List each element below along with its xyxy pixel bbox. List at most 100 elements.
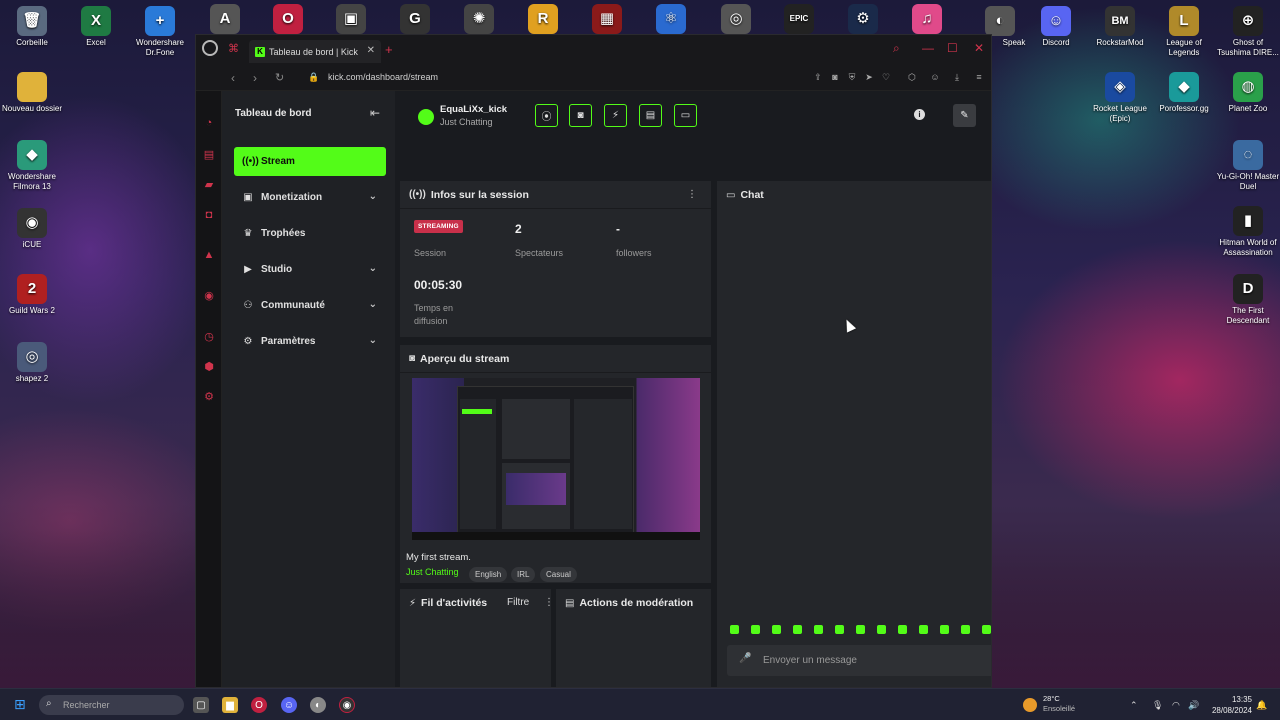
tag-english[interactable]: English — [469, 567, 508, 582]
tag-casual[interactable]: Casual — [540, 567, 577, 582]
desktop-icon-rocket-league[interactable]: ◈ Rocket League (Epic) — [1088, 72, 1152, 124]
quick-moderation-button[interactable]: ▤ — [639, 104, 662, 127]
emote-icon[interactable] — [982, 625, 991, 634]
emote-icon[interactable] — [856, 625, 865, 634]
download-icon[interactable]: ⤓ — [951, 72, 963, 83]
desktop-icon-ark[interactable]: A — [193, 4, 257, 36]
sidebar-speed-icon[interactable]: ◔ — [203, 117, 215, 129]
taskbar-clock[interactable]: 13:35 28/08/2024 — [1206, 694, 1252, 716]
quick-broadcast-button[interactable]: ⦿ — [535, 104, 558, 127]
desktop-icon-league[interactable]: L League of Legends — [1152, 6, 1216, 58]
notification-bell-icon[interactable]: 🔔 — [1256, 699, 1267, 711]
desktop-icon-opera-gx[interactable]: O — [256, 4, 320, 36]
volume-icon[interactable]: 🔊 — [1188, 699, 1199, 711]
desktop-icon-itunes[interactable]: ♫ — [895, 4, 959, 36]
maximize-icon[interactable]: ☐ — [947, 41, 958, 55]
desktop-icon-first-descendant[interactable]: D The First Descendant — [1216, 274, 1280, 326]
desktop-icon-logitech[interactable]: G — [383, 4, 447, 36]
quick-preview-button[interactable]: ◙ — [569, 104, 592, 127]
opera-gx-taskbar-icon[interactable]: O — [251, 697, 267, 713]
extensions-icon[interactable]: ⬡ — [906, 72, 918, 83]
tray-chevron-up-icon[interactable]: ⌃ — [1130, 699, 1138, 711]
info-icon[interactable]: i — [914, 109, 925, 120]
emote-icon[interactable] — [940, 625, 949, 634]
menu-icon[interactable]: ≡ — [973, 72, 985, 82]
nav-item-trophees[interactable]: ♛ Trophées — [234, 219, 386, 248]
desktop-icon-drfone[interactable]: + Wondershare Dr.Fone — [128, 6, 192, 58]
desktop-icon-rdr2[interactable]: ▦ — [575, 4, 639, 36]
sidebar-instagram-icon[interactable]: ◘ — [203, 209, 215, 221]
emote-icon[interactable] — [772, 625, 781, 634]
sidebar-cube-icon[interactable]: ⬢ — [203, 361, 215, 373]
shield-icon[interactable]: ⛨ — [846, 72, 858, 83]
desktop-icon-rockstar[interactable]: R — [511, 4, 575, 36]
heart-icon[interactable]: ♡ — [880, 72, 892, 83]
more-options-icon[interactable]: ⋮ — [544, 597, 554, 608]
desktop-icon-epic-games[interactable]: EPIC — [767, 4, 831, 36]
sidebar-twitch-icon[interactable]: ▰ — [203, 179, 215, 191]
new-tab-icon[interactable]: + — [385, 43, 393, 56]
profile-icon[interactable]: ☺ — [929, 72, 941, 82]
share-icon[interactable]: ⇪ — [812, 72, 824, 83]
nav-item-studio[interactable]: ▶ Studio ⌄ — [234, 255, 386, 284]
desktop-icon-shapez[interactable]: ◎ shapez 2 — [0, 342, 64, 384]
windows-start-icon[interactable]: ⊞ — [14, 697, 28, 711]
desktop-icon-porofessor[interactable]: ◆ Porofessor.gg — [1152, 72, 1216, 114]
microphone-tray-icon[interactable]: 🎙 — [1152, 699, 1163, 711]
nav-item-stream[interactable]: ((•)) Stream — [234, 147, 386, 176]
gx-controller-icon[interactable]: ⌘ — [228, 43, 242, 55]
filter-button[interactable]: Filtre — [507, 597, 529, 608]
desktop-icon-new-folder[interactable]: Nouveau dossier — [0, 72, 64, 114]
desktop-icon-guildwars[interactable]: 2 Guild Wars 2 — [0, 274, 64, 316]
emote-icon[interactable] — [877, 625, 886, 634]
collapse-sidebar-icon[interactable]: ⇤ — [370, 106, 380, 120]
weather-sun-icon[interactable] — [1023, 698, 1037, 712]
channel-name[interactable]: EquaLiXx_kick — [440, 104, 507, 115]
sidebar-history-icon[interactable]: ◷ — [203, 331, 215, 343]
desktop-icon-filmora[interactable]: ◆ Wondershare Filmora 13 — [0, 140, 64, 192]
url-field[interactable]: kick.com/dashboard/stream — [328, 72, 438, 82]
microphone-icon[interactable]: 🎤 — [739, 653, 751, 664]
sidebar-settings-icon[interactable]: ⚙ — [203, 391, 215, 403]
tab-close-icon[interactable]: ✕ — [367, 45, 375, 56]
weather-widget[interactable]: 28°C Ensoleillé — [1043, 694, 1075, 714]
nav-item-communaute[interactable]: ⚇ Communauté ⌄ — [234, 291, 386, 320]
emote-icon[interactable] — [961, 625, 970, 634]
desktop-icon-excel[interactable]: X Excel — [64, 6, 128, 48]
sidebar-arc-icon[interactable]: ▲ — [203, 249, 215, 261]
browser-tab-kick[interactable]: K Tableau de bord | Kick ✕ — [249, 40, 381, 63]
back-icon[interactable]: ‹ — [231, 71, 235, 85]
desktop-icon-steam[interactable]: ⚙ — [831, 4, 895, 36]
channel-avatar[interactable] — [418, 109, 434, 125]
edit-layout-button[interactable]: ✎ — [953, 104, 976, 127]
desktop-icon-ghost[interactable]: ⊕ Ghost of Tsushima DIRE... — [1216, 6, 1280, 58]
tag-irl[interactable]: IRL — [511, 567, 536, 582]
close-window-icon[interactable]: ✕ — [974, 41, 984, 55]
nav-item-monetization[interactable]: ▣ Monetization ⌄ — [234, 183, 386, 212]
emote-icon[interactable] — [919, 625, 928, 634]
desktop-icon-recycle-bin[interactable]: 🗑 Corbeille — [0, 6, 64, 48]
desktop-icon-planet-zoo[interactable]: ◍ Planet Zoo — [1216, 72, 1280, 114]
chat-message-input[interactable]: 🎤 Envoyer un message — [727, 645, 991, 676]
task-view-icon[interactable]: ▢ — [193, 697, 209, 713]
emote-icon[interactable] — [814, 625, 823, 634]
desktop-icon-yugioh[interactable]: ◌ Yu-Gi-Oh! Master Duel — [1216, 140, 1280, 192]
discord-taskbar-icon[interactable]: ☺ — [281, 697, 297, 713]
sidebar-bag-icon[interactable]: ▤ — [203, 149, 215, 161]
emote-icon[interactable] — [751, 625, 760, 634]
desktop-icon-ubisoft[interactable]: ◎ — [704, 4, 768, 36]
emote-icon[interactable] — [793, 625, 802, 634]
stream-preview-image[interactable] — [412, 378, 700, 540]
opera-gx-logo-icon[interactable] — [202, 40, 218, 56]
desktop-icon-atom[interactable]: ⚛ — [639, 4, 703, 36]
reload-icon[interactable]: ↻ — [275, 71, 284, 85]
sidebar-player-icon[interactable]: ◉ — [203, 290, 215, 302]
obs-taskbar-icon[interactable]: ◉ — [339, 697, 355, 713]
forward-icon[interactable]: › — [253, 71, 257, 85]
emote-icon[interactable] — [730, 625, 739, 634]
more-options-icon[interactable]: ⋮ — [687, 189, 697, 200]
nav-item-parametres[interactable]: ⚙ Paramètres ⌄ — [234, 327, 386, 356]
app-taskbar-icon[interactable]: ◐ — [310, 697, 326, 713]
desktop-icon-hitman[interactable]: ▮ Hitman World of Assassination — [1216, 206, 1280, 258]
minimize-icon[interactable]: — — [922, 41, 934, 55]
